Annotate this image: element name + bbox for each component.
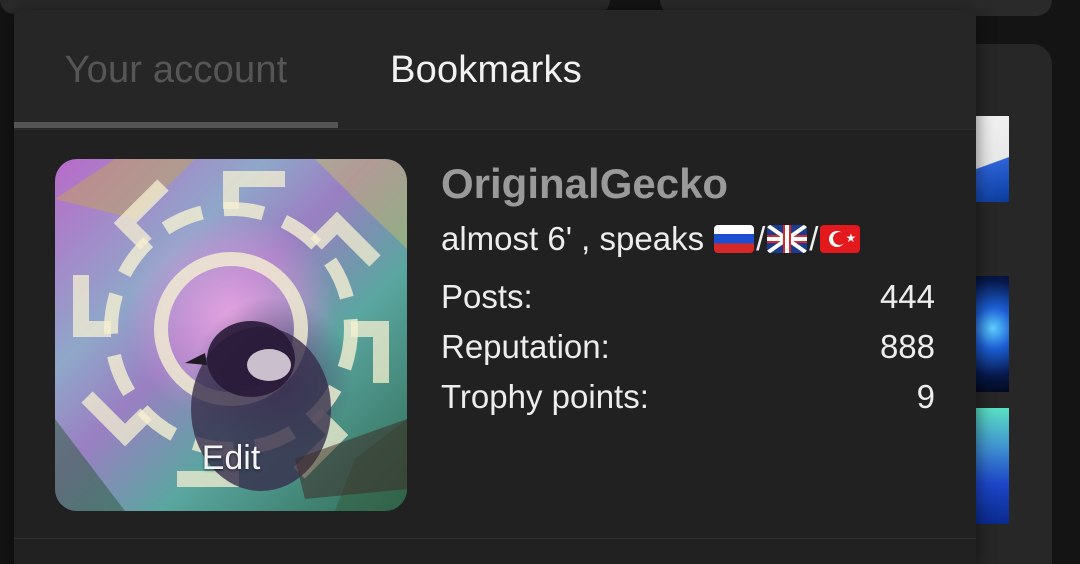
tab-your-account[interactable]: Your account: [14, 10, 338, 130]
stat-value[interactable]: 444: [880, 278, 935, 316]
tagline-separator: /: [756, 220, 766, 257]
username[interactable]: OriginalGecko: [441, 160, 728, 208]
stat-value[interactable]: 9: [917, 378, 935, 416]
tagline-separator: /: [809, 220, 819, 257]
popup-tab-bar: Your account Bookmarks: [14, 10, 976, 130]
russia-flag-icon: [714, 225, 755, 253]
user-tagline: almost 6' , speaks / / ★: [441, 220, 861, 258]
active-tab-indicator: [14, 122, 338, 128]
tab-bookmarks[interactable]: Bookmarks: [338, 10, 634, 130]
tagline-text: almost 6' , speaks: [441, 220, 705, 257]
popup-caret: [658, 10, 698, 22]
account-popup-menu: Your account Bookmarks Edit OriginalGeck…: [14, 10, 976, 564]
user-stats: Posts: 444 Reputation: 888 Trophy points…: [441, 272, 935, 422]
turkey-flag-icon: ★: [820, 225, 861, 253]
screen: Your account Bookmarks Edit OriginalGeck…: [0, 0, 1080, 564]
stat-posts: Posts: 444: [441, 272, 935, 322]
divider: [14, 538, 976, 539]
stat-label: Trophy points:: [441, 378, 649, 415]
avatar[interactable]: Edit: [55, 159, 407, 511]
stat-trophy-points: Trophy points: 9: [441, 372, 935, 422]
stat-reputation: Reputation: 888: [441, 322, 935, 372]
stat-label: Posts:: [441, 278, 533, 315]
stat-value[interactable]: 888: [880, 328, 935, 366]
stat-label: Reputation:: [441, 328, 610, 365]
uk-flag-icon: [767, 225, 808, 253]
avatar-edit-label[interactable]: Edit: [55, 439, 407, 478]
